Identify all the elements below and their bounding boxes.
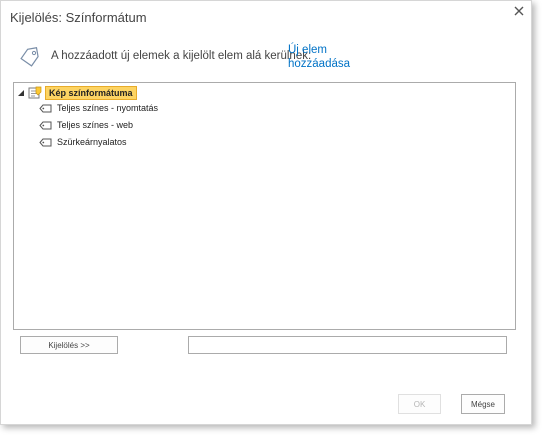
term-tag-icon [39, 121, 52, 129]
tree-item[interactable]: Teljes színes - nyomtatás [39, 103, 158, 113]
tree-item-label: Teljes színes - web [57, 120, 134, 130]
tag-add-icon [20, 47, 39, 67]
tree-item[interactable]: Teljes színes - web [39, 120, 133, 130]
ok-button[interactable]: OK [398, 394, 441, 414]
collapse-arrow-icon[interactable] [18, 90, 24, 96]
term-picker-dialog: Kijelölés: Színformátum A hozzáadott új … [0, 0, 532, 425]
cancel-button[interactable]: Mégse [461, 394, 505, 414]
termset-icon [28, 86, 42, 99]
tree-root-node[interactable]: Kép színformátuma [28, 86, 137, 100]
tree-root-label: Kép színformátuma [45, 86, 137, 100]
tree-item-label: Szürkeárnyalatos [57, 137, 127, 147]
term-tag-icon [39, 104, 52, 112]
add-new-item-link[interactable]: Új elem hozzáadása [288, 43, 368, 71]
selection-field[interactable] [188, 336, 507, 354]
dialog-title: Kijelölés: Színformátum [10, 10, 147, 25]
term-tag-icon [39, 138, 52, 146]
term-tree[interactable]: Kép színformátuma Teljes színes - nyomta… [13, 82, 516, 330]
tree-item-label: Teljes színes - nyomtatás [57, 103, 159, 113]
close-icon[interactable] [513, 5, 525, 17]
tree-item[interactable]: Szürkeárnyalatos [39, 137, 127, 147]
select-button[interactable]: Kijelölés >> [20, 336, 118, 354]
info-text: A hozzáadott új elemek a kijelölt elem a… [51, 50, 312, 62]
